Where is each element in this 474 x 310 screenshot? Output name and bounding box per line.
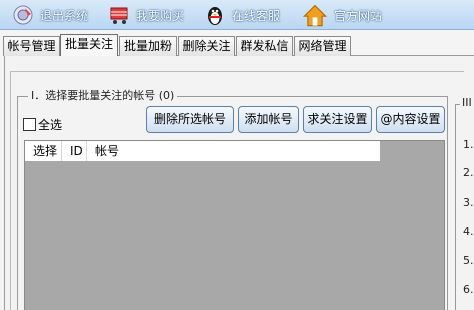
step-number: 4. — [463, 225, 474, 238]
official-site-button[interactable]: 官方网站 — [302, 0, 382, 30]
tab-account-management[interactable]: 帐号管理 — [3, 36, 60, 56]
online-support-label: 在线客服 — [232, 8, 281, 23]
top-toolbar: 退出系统 我要购买 在线客服 官方网站 — [0, 0, 474, 30]
group-three-legend: III — [460, 96, 474, 109]
column-id[interactable]: ID — [62, 141, 87, 161]
tab-batch-follow[interactable]: 批量关注 — [60, 34, 118, 56]
tab-bar: 帐号管理 批量关注 批量加粉 删除关注 群发私信 网络管理 — [0, 34, 474, 56]
tab-mass-message[interactable]: 群发私信 — [236, 36, 293, 56]
select-all-label: 全选 — [38, 118, 63, 132]
home-icon — [302, 4, 328, 27]
tab-batch-add-fans[interactable]: 批量加粉 — [119, 36, 177, 56]
step-number: 6. — [463, 283, 474, 296]
step-number: 5. — [463, 254, 474, 267]
logout-button[interactable]: 退出系统 — [12, 0, 88, 30]
logout-icon — [13, 5, 33, 25]
add-account-button[interactable]: 添加帐号 — [238, 106, 299, 133]
checkbox-box[interactable] — [23, 118, 36, 131]
qq-penguin-icon — [208, 7, 222, 25]
list-header: 选择 ID 帐号 — [25, 141, 380, 161]
column-select[interactable]: 选择 — [25, 141, 62, 161]
tab-delete-follow[interactable]: 删除关注 — [178, 36, 235, 56]
step-number: 1. — [463, 138, 474, 151]
account-list[interactable]: 选择 ID 帐号 — [24, 140, 445, 310]
select-all-checkbox[interactable]: 全选 — [23, 116, 62, 133]
group-legend: I．选择要批量关注的帐号 (0) — [28, 87, 178, 103]
delete-selected-button[interactable]: 删除所选帐号 — [146, 106, 234, 133]
buy-button[interactable]: 我要购买 — [108, 0, 184, 30]
step-number: 3. — [463, 196, 474, 209]
buy-label: 我要购买 — [136, 8, 185, 23]
tab-network-management[interactable]: 网络管理 — [294, 36, 351, 56]
follow-settings-button[interactable]: 求关注设置 — [303, 106, 372, 133]
step-number: 2. — [463, 166, 474, 179]
online-support-button[interactable]: 在线客服 — [204, 0, 280, 30]
at-content-settings-button[interactable]: @内容设置 — [376, 106, 445, 133]
column-account[interactable]: 帐号 — [87, 141, 380, 161]
shopping-cart-icon — [110, 7, 128, 24]
official-site-label: 官方网站 — [334, 8, 383, 23]
logout-label: 退出系统 — [40, 8, 89, 23]
